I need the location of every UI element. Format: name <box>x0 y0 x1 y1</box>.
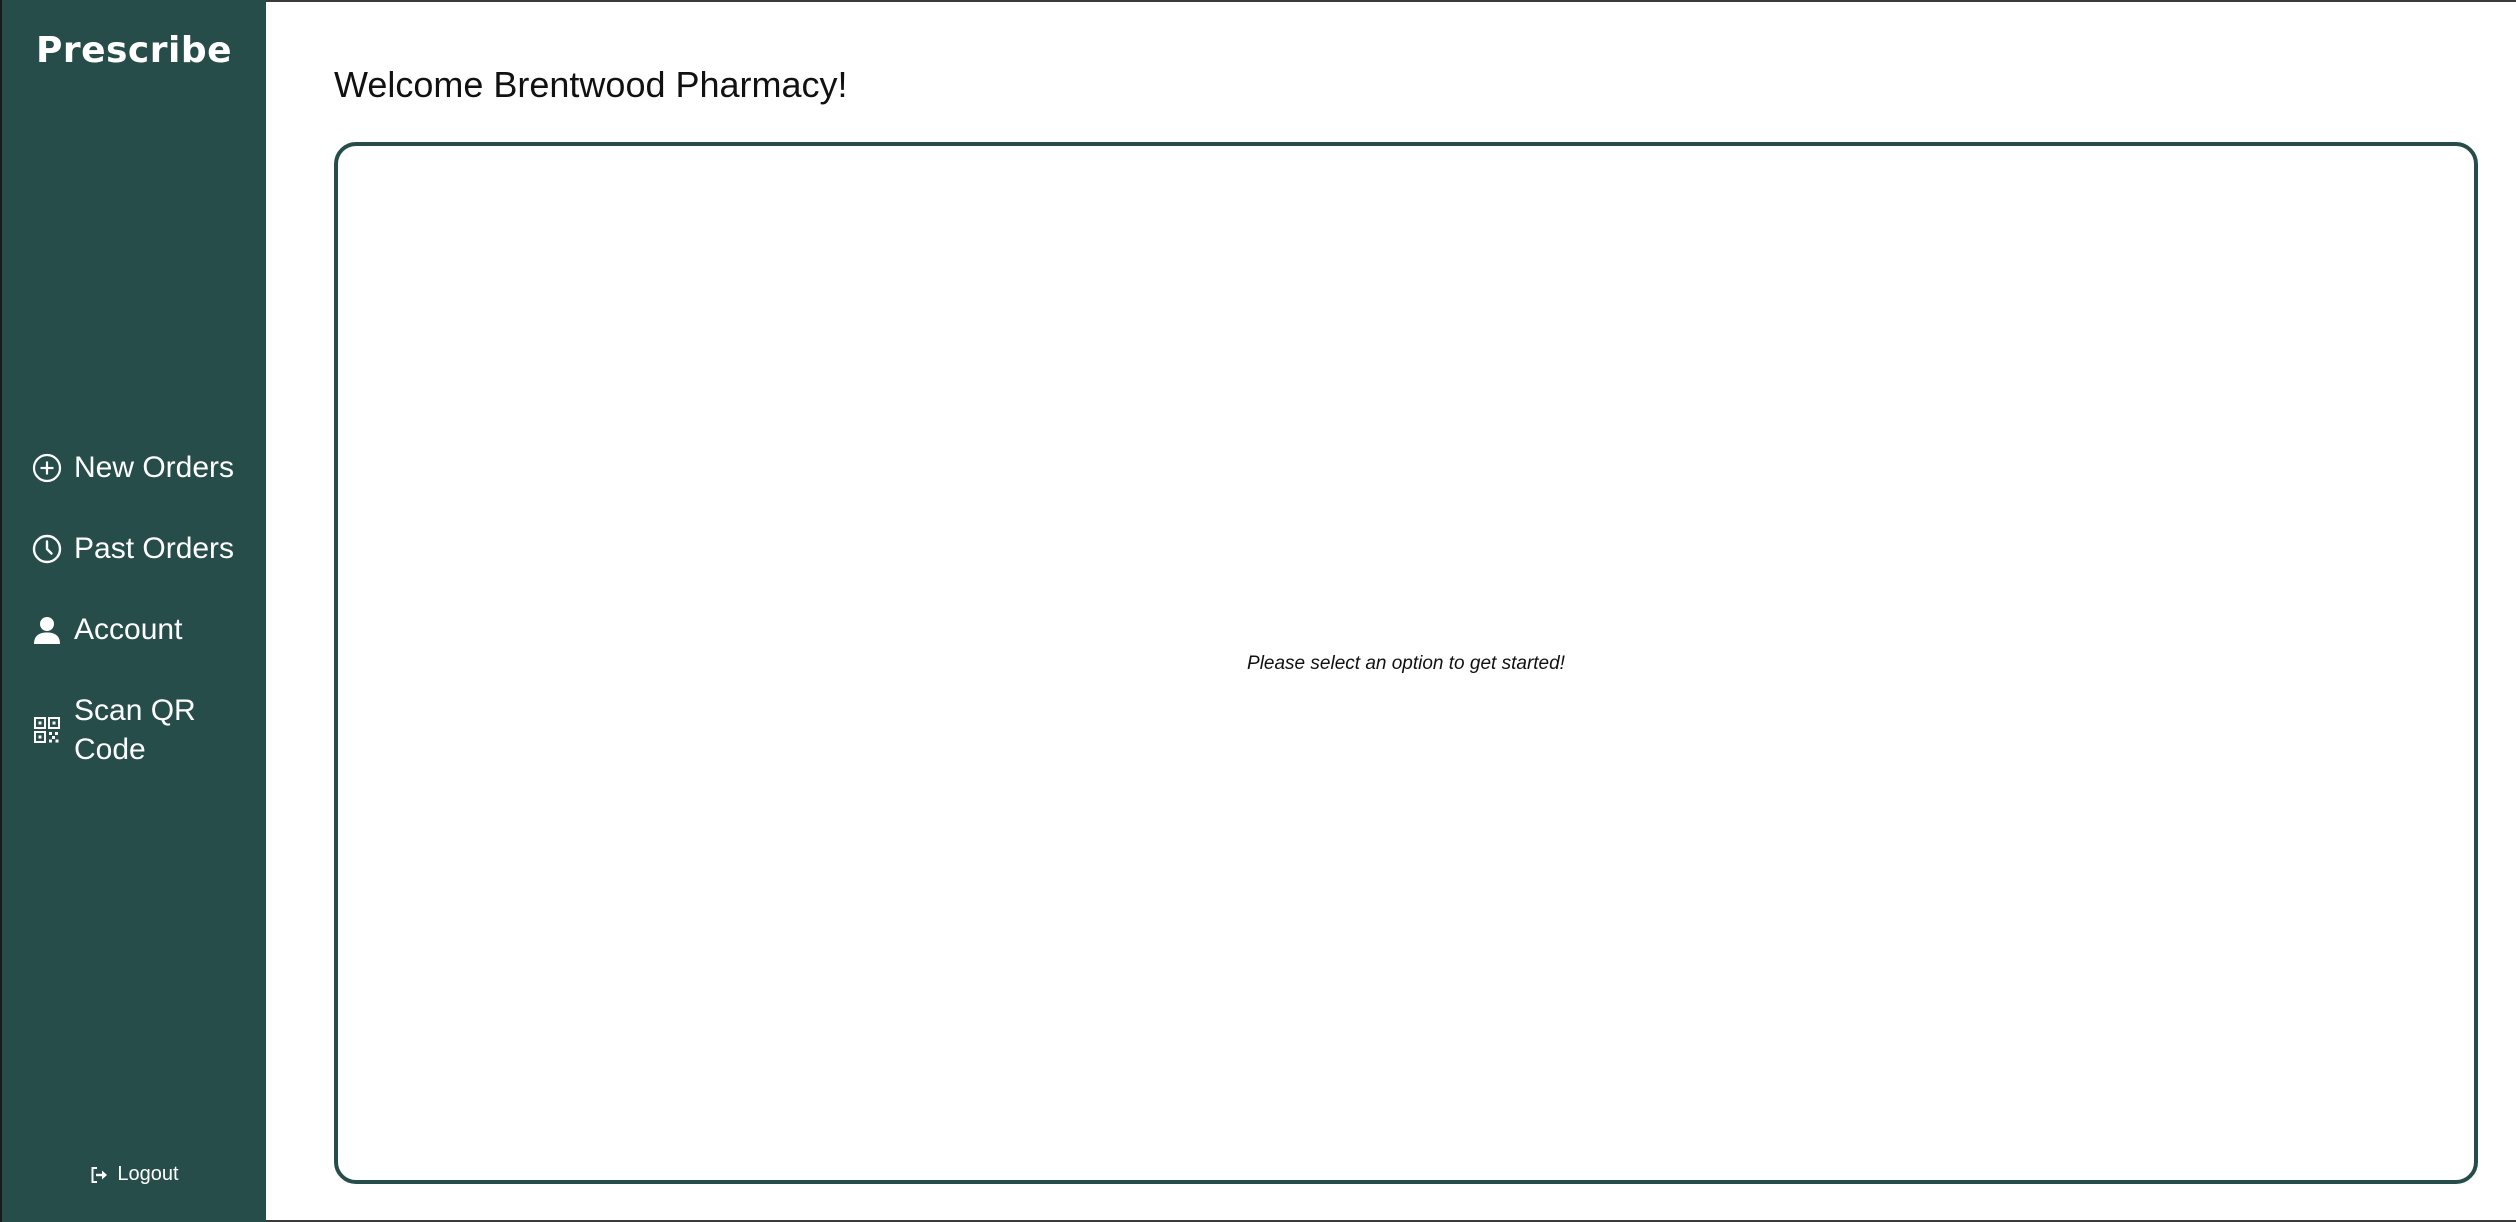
sidebar-item-label: Past Orders <box>74 532 235 565</box>
sidebar-item-scan-qr-code[interactable]: Scan QR Code <box>30 691 260 769</box>
qr-code-icon <box>30 691 64 769</box>
logout-icon <box>89 1165 109 1185</box>
page-title: Welcome Brentwood Pharmacy! <box>334 64 848 105</box>
empty-state-message: Please select an option to get started! <box>1247 653 1565 674</box>
brand-logo[interactable]: Prescribe <box>2 30 266 71</box>
user-icon <box>30 610 64 649</box>
sidebar-item-label: Account <box>74 613 183 646</box>
sidebar-item-label: New Orders <box>74 451 235 484</box>
logout-label: Logout <box>117 1163 179 1185</box>
clock-icon <box>30 529 64 568</box>
sidebar-nav: New Orders Past Orders Account Scan QR C… <box>30 448 260 769</box>
sidebar-item-new-orders[interactable]: New Orders <box>30 448 260 487</box>
sidebar-item-past-orders[interactable]: Past Orders <box>30 529 260 568</box>
plus-circle-icon <box>30 448 64 487</box>
sidebar-item-label: Scan QR Code <box>74 694 196 766</box>
sidebar-item-account[interactable]: Account <box>30 610 260 649</box>
content-panel: Please select an option to get started! <box>334 142 2478 1184</box>
logout-button[interactable]: Logout <box>2 1163 266 1186</box>
sidebar: Prescribe New Orders Past Orders Account… <box>0 0 266 1222</box>
main-content: Welcome Brentwood Pharmacy! Please selec… <box>266 0 2516 1222</box>
app-window: Prescribe New Orders Past Orders Account… <box>0 0 2516 1222</box>
